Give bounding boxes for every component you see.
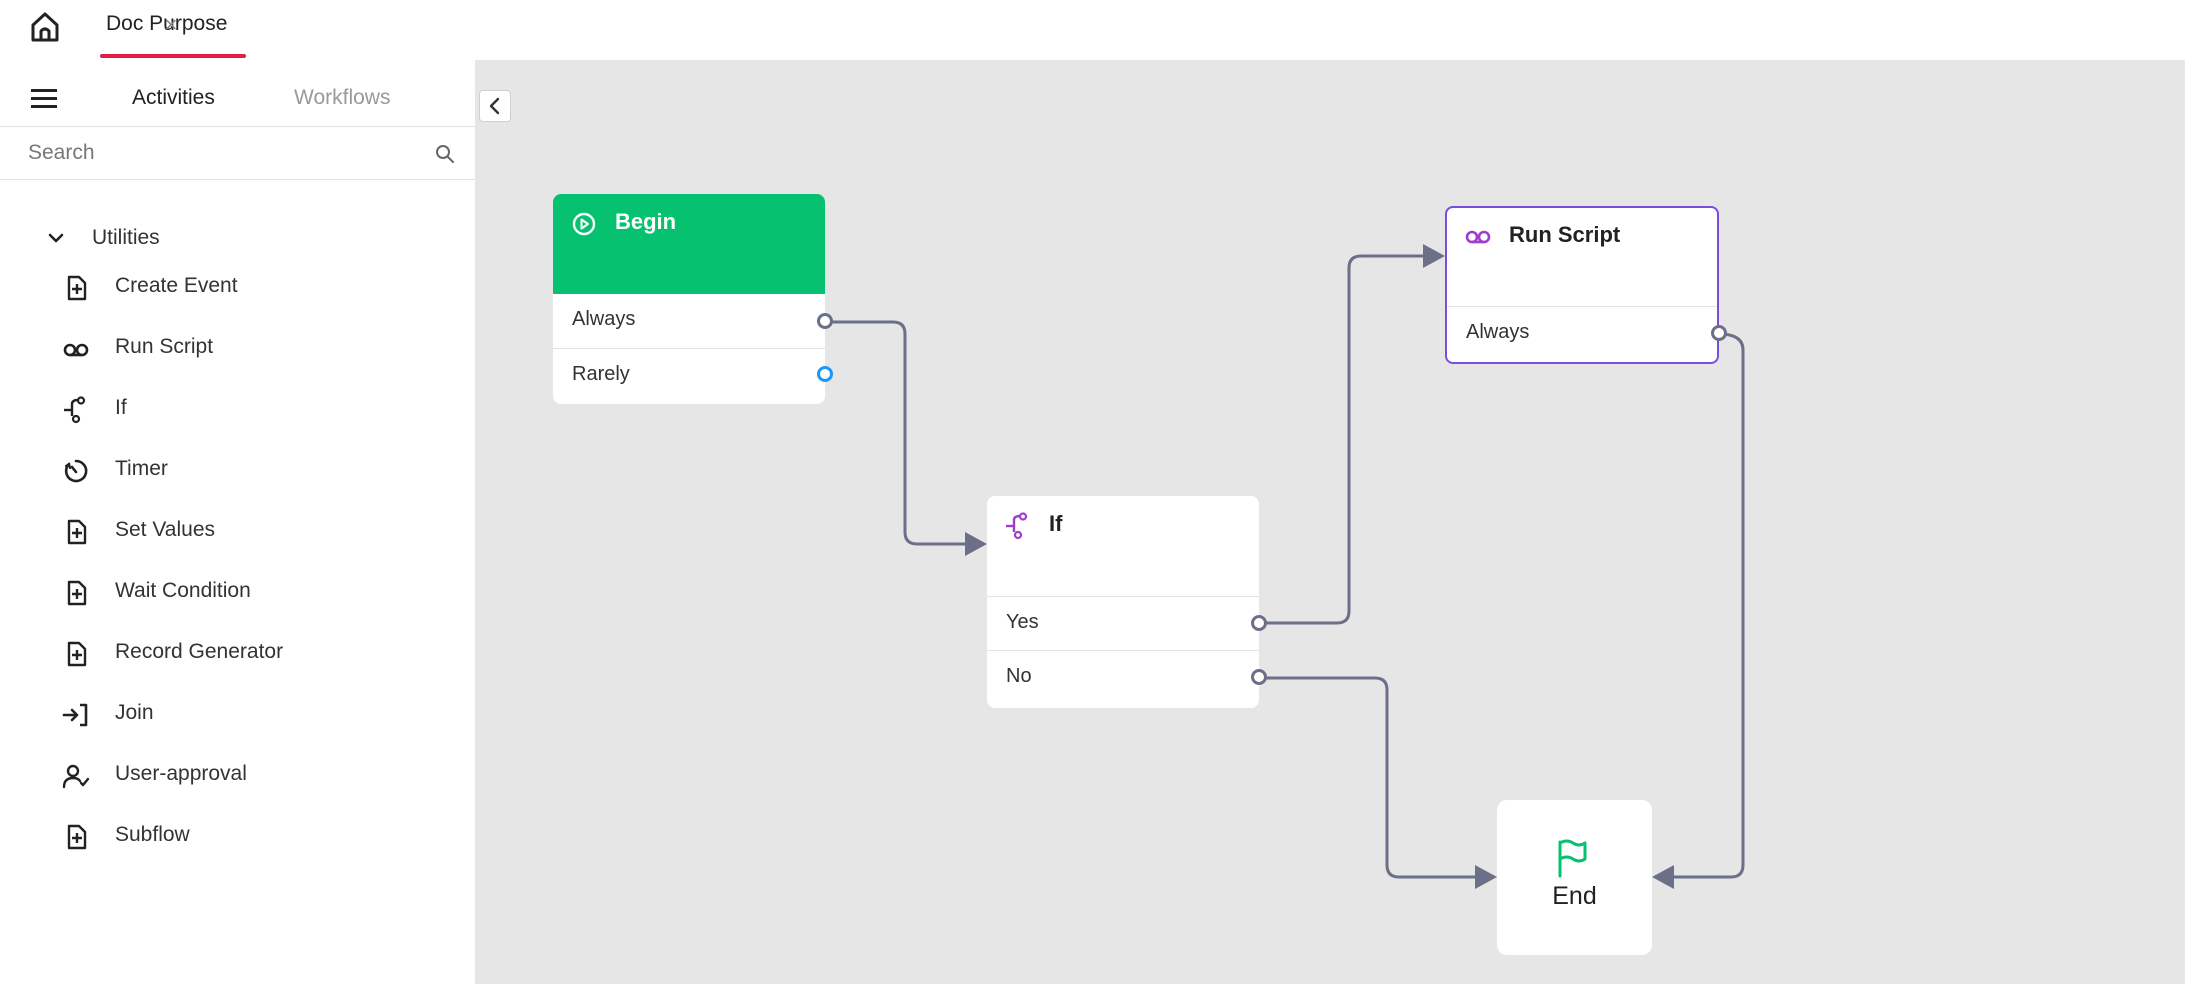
chevron-down-icon [48,233,64,243]
output-port[interactable] [1251,615,1267,631]
activity-wait-condition[interactable]: Wait Condition [56,575,456,636]
search-icon[interactable] [434,143,456,165]
play-circle-icon [572,212,596,236]
output-label: Always [572,308,636,330]
arrowhead [965,532,987,556]
voicemail-icon [1465,230,1491,244]
activity-label: Run Script [115,335,214,358]
file-plus-icon [67,641,87,667]
join-icon [62,703,88,727]
output-row: No [987,650,1267,704]
output-row: Yes [987,596,1267,650]
activity-label: If [115,396,127,419]
activity-label: Record Generator [115,640,284,663]
connector-run-script-to-end[interactable] [1671,332,1745,879]
connector-if-no-to-end[interactable] [1259,676,1479,879]
node-header[interactable]: Begin [553,194,825,294]
output-port[interactable] [817,313,833,329]
output-port[interactable] [1251,669,1267,685]
voicemail-icon [63,343,89,357]
activities-panel: Activities Workflows Utilities Create Ev… [0,60,475,984]
activity-if[interactable]: If [56,392,456,453]
activity-subflow[interactable]: Subflow [56,819,456,880]
file-plus-icon [67,275,87,301]
connector-if-yes-to-run-script[interactable] [1259,254,1425,625]
node-title: If [1049,511,1063,536]
output-label: Always [1466,321,1530,343]
hamburger-menu-icon[interactable] [28,86,62,112]
output-label: Yes [1006,611,1039,633]
arrowhead [1652,865,1674,889]
activity-label: Subflow [115,823,190,846]
tab-workflows[interactable]: Workflows [294,86,390,110]
active-tab-indicator [100,54,246,58]
node-end[interactable]: End [1497,800,1652,955]
node-header[interactable]: Run Script [1447,208,1717,306]
home-icon[interactable] [28,10,62,44]
activity-label: User-approval [115,762,247,785]
search-input[interactable] [28,135,408,171]
arrowhead [1475,865,1497,889]
workflow-canvas[interactable]: Begin Always Rarely If Yes No Run Script… [475,60,2185,984]
output-port[interactable] [817,366,833,382]
file-plus-icon [67,519,87,545]
group-label: Utilities [92,226,160,249]
activity-label: Timer [115,457,168,480]
activity-list: Create Event Run Script If Timer Set Val… [56,270,456,880]
arrowhead [1423,244,1445,268]
node-title: Begin [615,209,677,234]
activity-timer[interactable]: Timer [56,453,456,514]
output-row: Rarely [553,348,833,402]
node-run-script[interactable]: Run Script Always [1445,206,1727,364]
flag-icon [1558,839,1587,878]
output-label: No [1006,665,1032,687]
file-plus-icon [67,580,87,606]
activity-create-event[interactable]: Create Event [56,270,456,331]
branch-icon [64,396,86,424]
search-bar [0,126,475,180]
node-header[interactable]: If [987,496,1259,596]
top-tab-bar: Doc Purpose × [0,0,2185,60]
file-plus-icon [67,824,87,850]
activity-run-script[interactable]: Run Script [56,331,456,392]
node-begin[interactable]: Begin Always Rarely [553,194,833,404]
output-label: Rarely [572,363,630,385]
activity-label: Create Event [115,274,238,297]
group-utilities[interactable]: Utilities [44,220,244,256]
output-row: Always [553,294,833,348]
activity-user-approval[interactable]: User-approval [56,758,456,819]
output-port[interactable] [1711,325,1727,341]
branch-icon [1006,512,1028,540]
activity-label: Wait Condition [115,579,251,602]
user-check-icon [62,764,90,789]
activity-label: Join [115,701,154,724]
node-title: Run Script [1509,222,1621,247]
tab-activities[interactable]: Activities [132,86,215,110]
close-icon[interactable]: × [160,12,182,38]
timer-icon [64,459,88,483]
output-row: Always [1447,306,1727,360]
connector-begin-always-to-if[interactable] [825,320,971,546]
activity-join[interactable]: Join [56,697,456,758]
node-title: End [1552,882,1597,910]
activity-record-generator[interactable]: Record Generator [56,636,456,697]
activity-set-values[interactable]: Set Values [56,514,456,575]
node-if[interactable]: If Yes No [987,496,1267,708]
activity-label: Set Values [115,518,216,541]
